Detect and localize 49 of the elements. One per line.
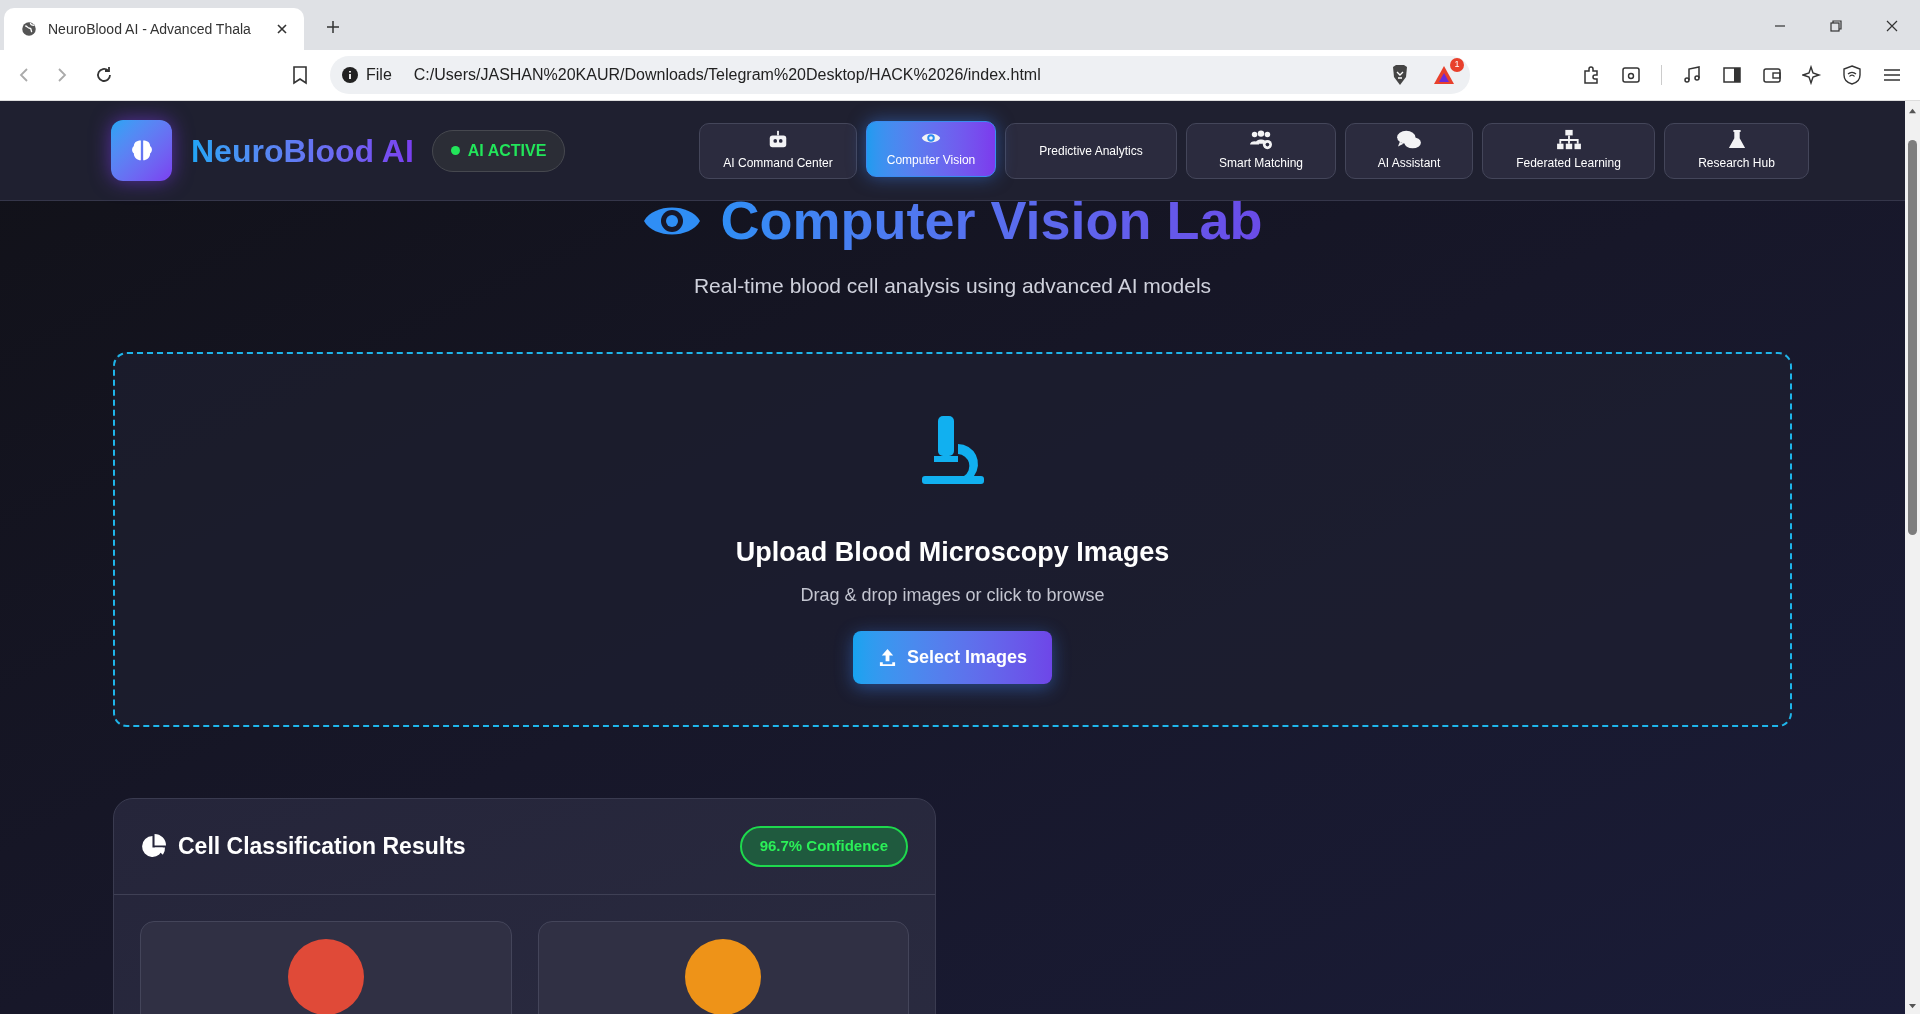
browser-tab[interactable]: NeuroBlood AI - Advanced Thala [4,8,304,50]
triangle-icon [1432,64,1456,86]
page-subtitle: Real-time blood cell analysis using advanced AI models [693,273,1212,300]
close-icon [276,23,288,35]
music-icon [1682,65,1702,85]
tab-title: NeuroBlood AI - Advanced Thala [48,19,252,39]
pie-chart-icon [141,833,166,859]
restore-icon [1830,20,1842,32]
chat-bubbles-icon [1395,129,1423,151]
nav-tab[interactable]: AI Assistant [1345,122,1473,179]
users-gear-icon [1247,129,1275,151]
url-text: C:/Users/JASHAN%20KAUR/Downloads/Telegram%20Desktop/HACK%2026/index.html [413,65,1041,85]
notification-badge: 1 [1450,58,1464,72]
flask-icon [1727,129,1746,151]
nav-tab[interactable]: AI Command Center [699,122,857,179]
nav-tab[interactable]: Research Hub [1664,122,1809,179]
confidence-badge: 96.7% Confidence [739,825,908,867]
close-icon [1886,20,1898,32]
upload-zone[interactable]: Upload Blood Microscopy Images Drag & drop images or click to browse Select Images [113,351,1792,727]
globe-icon [20,20,38,38]
plus-icon [326,20,340,34]
scroll-up-icon [1908,107,1917,114]
info-icon [342,67,358,83]
wallet-icon [1762,65,1782,85]
bookmark-icon [292,65,308,85]
window-search-icon [1621,65,1641,85]
nav-tab[interactable]: Predictive Analytics [1005,122,1177,179]
status-badge: AI ACTIVE [431,129,566,172]
scrollbar-thumb[interactable] [1908,140,1917,535]
sidebar-icon [1722,65,1742,85]
upload-hint: Drag & drop images or click to browse [800,584,1105,608]
network-icon [1554,129,1583,151]
upload-heading: Upload Blood Microscopy Images [735,535,1170,569]
reload-icon [94,65,114,85]
scroll-down-icon [1908,1003,1917,1010]
forward-icon [56,67,68,83]
sparkle-icon [1802,65,1822,85]
nav-tab[interactable]: Smart Matching [1186,122,1336,179]
select-images-button[interactable]: Select Images [852,631,1053,685]
logo-icon [111,120,172,181]
upload-icon [877,648,897,668]
nav-tab[interactable]: Federated Learning [1482,122,1655,179]
nav-tab[interactable]: Computer Vision [866,120,996,177]
address-bar[interactable]: File C:/Users/JASHAN%20KAUR/Downloads/Telegram%20Desktop/HACK%2026/index.html 1 [330,56,1470,94]
address-scheme: File [366,65,392,85]
card-title: Cell Classification Results [178,832,466,862]
puzzle-icon [1581,65,1601,85]
back-icon [18,67,30,83]
vpn-shield-icon [1842,65,1862,85]
